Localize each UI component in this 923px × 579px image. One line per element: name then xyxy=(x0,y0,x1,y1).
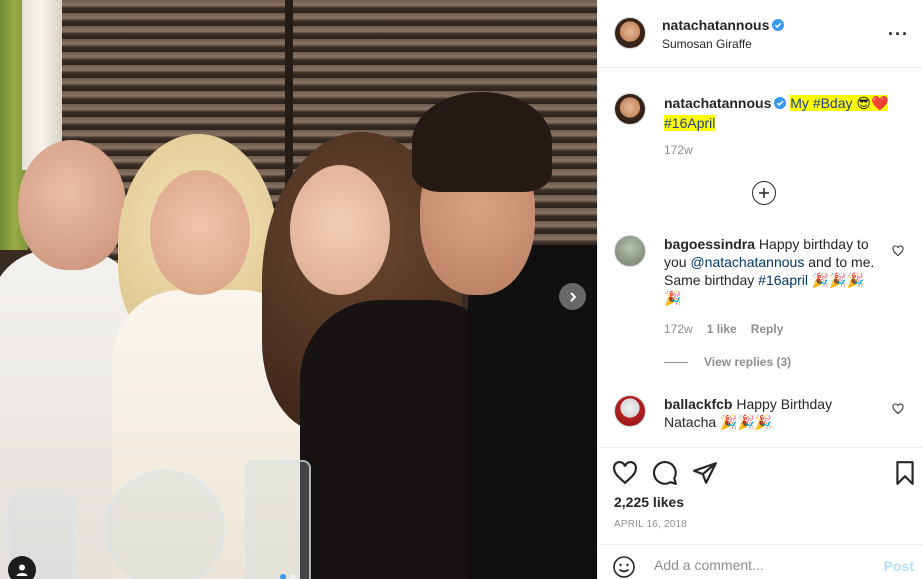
emoji-icon[interactable] xyxy=(612,555,636,579)
caption-text: natachatannous My #Bday 😎❤️ #16April xyxy=(664,93,904,133)
verified-icon xyxy=(774,97,787,109)
view-replies-label: View replies (3) xyxy=(704,355,792,369)
comment-username[interactable]: ballackfcb xyxy=(664,396,732,412)
person-2-face xyxy=(150,170,250,295)
comment-meta: 172w 1 like Reply xyxy=(664,322,783,336)
post-sidebar: natachatannous Sumosan Giraffe ··· natac… xyxy=(597,0,923,579)
post-photo[interactable] xyxy=(0,0,597,579)
location-link[interactable]: Sumosan Giraffe xyxy=(662,37,752,51)
bookmark-icon[interactable] xyxy=(892,460,918,486)
person-4-hair xyxy=(412,92,552,192)
plus-circle-icon xyxy=(759,188,769,198)
caption-timestamp[interactable]: 172w xyxy=(664,143,693,157)
comment-text: ballackfcb Happy Birthday Natacha 🎉🎉🎉 xyxy=(664,395,884,431)
add-comment-input[interactable] xyxy=(654,557,864,573)
carousel-next-button[interactable] xyxy=(559,283,586,310)
caption-username[interactable]: natachatannous xyxy=(664,95,771,111)
comment-timestamp[interactable]: 172w xyxy=(664,322,693,336)
caption-emojis: 😎❤️ xyxy=(856,95,889,111)
post-date[interactable]: APRIL 16, 2018 xyxy=(614,519,687,530)
comment-text: bagoessindra Happy birthday to you @nata… xyxy=(664,235,884,307)
person-3-face xyxy=(290,165,390,295)
comments-section[interactable]: natachatannous My #Bday 😎❤️ #16April 172… xyxy=(598,69,923,447)
comment-mention[interactable]: @natachatannous xyxy=(690,254,804,270)
more-icon[interactable]: ··· xyxy=(888,24,909,45)
carousel-indicator xyxy=(280,574,296,579)
avatar[interactable] xyxy=(614,93,646,125)
header-username: natachatannous xyxy=(662,17,785,33)
reply-button[interactable]: Reply xyxy=(751,322,784,336)
view-replies-button[interactable]: View replies (3) xyxy=(664,355,791,369)
post-header: natachatannous Sumosan Giraffe ··· xyxy=(598,0,923,68)
post-actions: 2,225 likes APRIL 16, 2018 Post xyxy=(598,447,923,579)
load-more-comments-button[interactable] xyxy=(752,181,776,205)
caption-plain: My xyxy=(790,95,809,111)
comment-username[interactable]: bagoessindra xyxy=(664,236,755,252)
share-icon[interactable] xyxy=(692,460,718,486)
post-button[interactable]: Post xyxy=(884,558,914,574)
action-icons xyxy=(612,460,718,486)
comment-hashtag[interactable]: #16april xyxy=(758,272,808,288)
username-link[interactable]: natachatannous xyxy=(662,17,769,33)
glass xyxy=(245,460,311,579)
comment-likes[interactable]: 1 like xyxy=(707,322,737,336)
comment-icon[interactable] xyxy=(652,460,678,486)
heart-icon[interactable] xyxy=(892,403,904,415)
add-comment-bar: Post xyxy=(598,544,923,579)
likes-count[interactable]: 2,225 likes xyxy=(614,494,684,510)
glass xyxy=(105,470,225,579)
heart-icon[interactable] xyxy=(892,245,904,257)
user-tag-button[interactable] xyxy=(8,556,36,579)
person-1-head xyxy=(18,140,126,270)
caption-hashtag-bday[interactable]: #Bday xyxy=(812,95,853,111)
chevron-right-icon xyxy=(569,291,576,302)
heart-icon[interactable] xyxy=(612,460,638,486)
avatar[interactable] xyxy=(614,17,646,49)
avatar[interactable] xyxy=(614,235,646,267)
user-tag-icon xyxy=(16,564,28,576)
verified-icon xyxy=(772,19,785,31)
comment-emojis: 🎉🎉🎉 xyxy=(720,414,773,430)
avatar[interactable] xyxy=(614,395,646,427)
caption-hashtag-16april[interactable]: #16April xyxy=(664,115,716,131)
